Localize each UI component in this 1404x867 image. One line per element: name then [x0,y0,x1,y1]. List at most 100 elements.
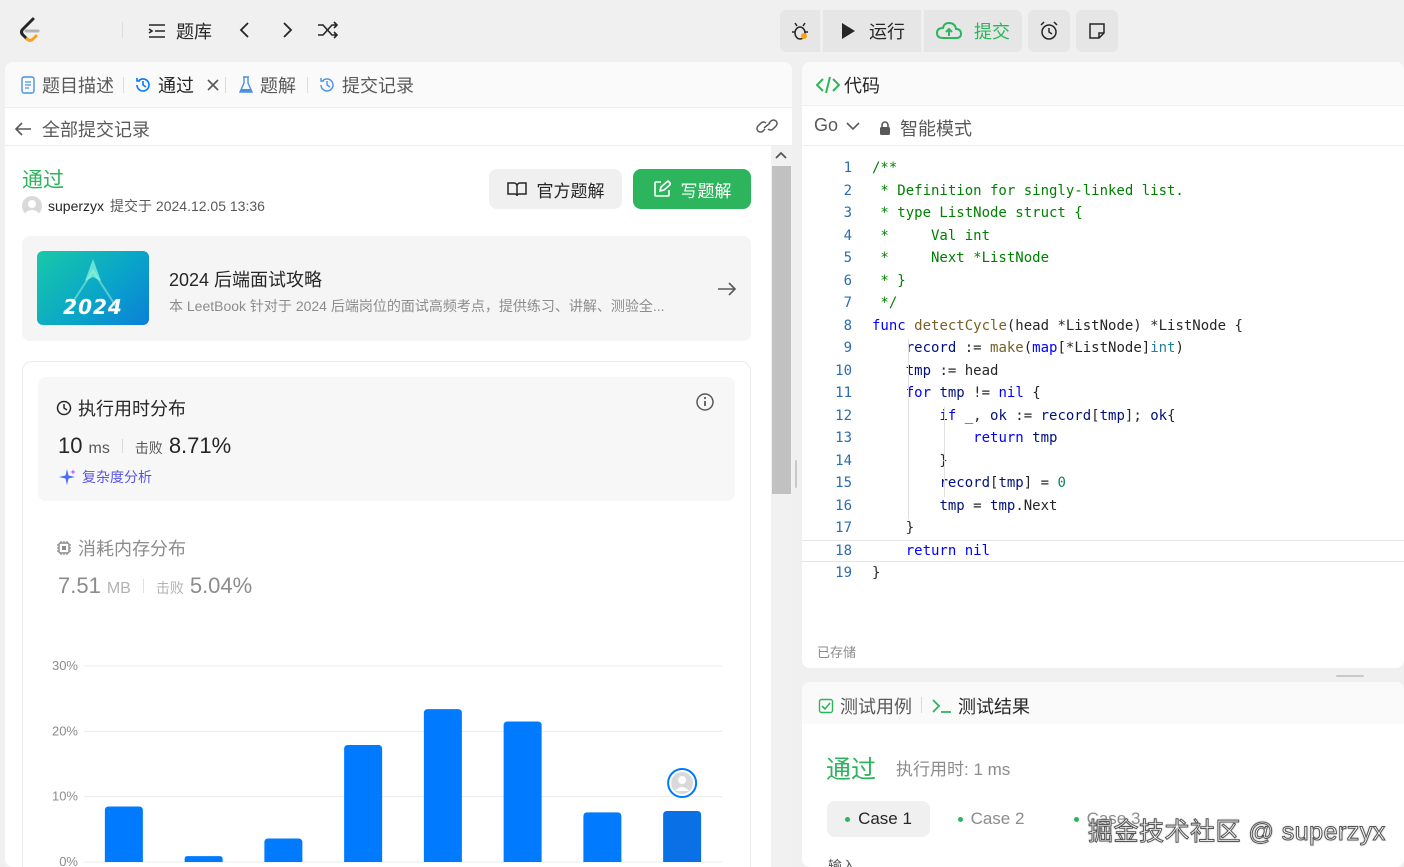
chart-bar[interactable] [184,856,223,862]
tab-testresult-label: 测试结果 [958,697,1030,717]
language-select[interactable]: Go [814,115,860,136]
terminal-icon [932,699,951,713]
code-line[interactable]: 11 for tmp != nil { [802,382,1404,405]
code-line[interactable]: 5 * Next *ListNode [802,247,1404,270]
info-icon[interactable] [695,392,715,412]
promo-desc: 本 LeetBook 针对于 2024 后端岗位的面试高频考点，提供练习、讲解、… [169,298,665,314]
chart-bar[interactable] [583,812,622,862]
checkbox-icon [818,698,834,714]
prev-problem-icon[interactable] [236,20,254,40]
code-line[interactable]: 18 return nil [802,539,1404,562]
code-text: * type ListNode struct { [872,205,1083,222]
code-text: * } [872,272,906,289]
left-scrollbar-thumb[interactable] [772,166,791,494]
chart-bar[interactable] [344,745,383,862]
shuffle-icon[interactable] [316,20,340,40]
memory-card[interactable]: 消耗内存分布 7.51 MB 击败 5.04% [38,517,735,617]
vertical-resize-handle[interactable] [795,460,797,488]
next-problem-icon[interactable] [278,20,296,40]
code-line[interactable]: 4 * Val int [802,225,1404,248]
my-position-avatar[interactable] [667,768,698,799]
y-tick-label: 20% [52,723,78,738]
runtime-distribution-chart[interactable]: 30% 20% 10% 0% [40,640,740,867]
tab-accepted[interactable]: 通过 [134,72,220,98]
leetcode-logo-icon[interactable] [16,16,44,44]
book-open-icon [506,182,527,197]
smart-mode-toggle[interactable]: 智能模式 [878,115,972,141]
code-line[interactable]: 10 tmp := head [802,360,1404,383]
pass-dot [845,816,851,822]
tab-submissions[interactable]: 提交记录 [318,72,414,98]
complexity-label: 复杂度分析 [82,469,152,485]
cloud-upload-icon [936,21,962,39]
chart-bar[interactable] [104,806,143,862]
timer-button[interactable] [1028,10,1070,52]
edit-icon [653,180,671,197]
code-header [802,62,1404,106]
runtime-card[interactable]: 执行用时分布 10 ms 击败 8.71% 复杂度分析 [38,377,735,501]
code-text: for tmp != nil { [905,385,1041,402]
back-button[interactable]: 全部提交记录 [14,116,150,142]
code-line[interactable]: 15 record[tmp] = 0 [802,472,1404,495]
code-line[interactable]: 13 return tmp [802,427,1404,450]
tab-solutions[interactable]: 题解 [238,72,296,98]
line-number: 14 [835,452,852,469]
code-line[interactable]: 12 if _, ok := record[tmp]; ok{ [802,405,1404,428]
play-icon [842,23,855,39]
tab-testcases-label: 测试用例 [840,697,912,717]
document-icon [21,76,35,94]
submitted-time: 提交于 2024.12.05 13:36 [110,198,265,214]
complexity-analysis-link[interactable]: 复杂度分析 [58,467,152,487]
code-line[interactable]: 16 tmp = tmp.Next [802,495,1404,518]
code-line[interactable]: 6 * } [802,270,1404,293]
chart-bar[interactable] [503,721,542,862]
share-link-icon[interactable] [756,117,778,135]
case-2-label: Case 2 [970,809,1025,828]
write-solution-label: 写题解 [680,181,732,201]
line-number: 5 [843,250,852,267]
code-text: */ [872,295,898,312]
code-line[interactable]: 17 } [802,517,1404,540]
official-solution-button[interactable]: 官方题解 [489,169,622,209]
code-line[interactable]: 19} [802,562,1404,585]
panel-resize-handle[interactable] [1336,675,1364,677]
code-text: * Definition for singly-linked list. [872,182,1184,199]
tab-testcases[interactable]: 测试用例 [818,693,912,719]
run-button[interactable]: 运行 [823,10,921,52]
tab-description[interactable]: 题目描述 [20,72,114,98]
code-text: record[tmp] = 0 [939,475,1066,492]
code-line[interactable]: 2 * Definition for singly-linked list. [802,180,1404,203]
code-line[interactable]: 7 */ [802,292,1404,315]
avatar[interactable] [22,196,42,216]
indent-guide [908,339,909,519]
submitter-name[interactable]: superzyx [48,198,104,214]
debug-button[interactable] [780,10,820,52]
leetbook-promo-card[interactable]: 2024 2024 后端面试攻略 本 LeetBook 针对于 2024 后端岗… [22,236,751,341]
case-2-tab[interactable]: Case 2 [946,801,1036,837]
code-editor[interactable]: 1 /** 2 * Definition for singly-linked lis… [802,157,1404,597]
code-icon [816,76,840,94]
code-line[interactable]: 3 * type ListNode struct { [802,202,1404,225]
code-text: return nil [905,542,991,559]
code-line[interactable]: 8 func detectCycle(head *ListNode) *ListN… [802,315,1404,338]
code-line[interactable]: 14 } [802,450,1404,473]
close-icon[interactable] [206,78,220,92]
scroll-up-arrow[interactable] [774,150,788,160]
code-line[interactable]: 9 record := make(map[*ListNode]int) [802,337,1404,360]
line-number: 10 [835,362,852,379]
code-tab[interactable]: 代码 [816,72,880,98]
y-tick-label: 30% [52,658,78,673]
chart-bar[interactable] [663,811,702,862]
code-text: if _, ok := record[tmp]; ok{ [939,407,1176,424]
notes-button[interactable] [1076,10,1118,52]
chart-bar[interactable] [264,838,303,862]
code-line[interactable]: 1 /** [802,157,1404,180]
list-icon [148,24,165,38]
chart-bar[interactable] [423,709,462,862]
tab-testresult[interactable]: 测试结果 [932,693,1030,719]
submit-button[interactable]: 提交 [924,10,1022,52]
memory-value: 7.51 [58,573,101,598]
problem-bank-button[interactable]: 题库 [146,18,212,44]
write-solution-button[interactable]: 写题解 [633,169,751,209]
case-1-tab[interactable]: Case 1 [827,801,930,837]
